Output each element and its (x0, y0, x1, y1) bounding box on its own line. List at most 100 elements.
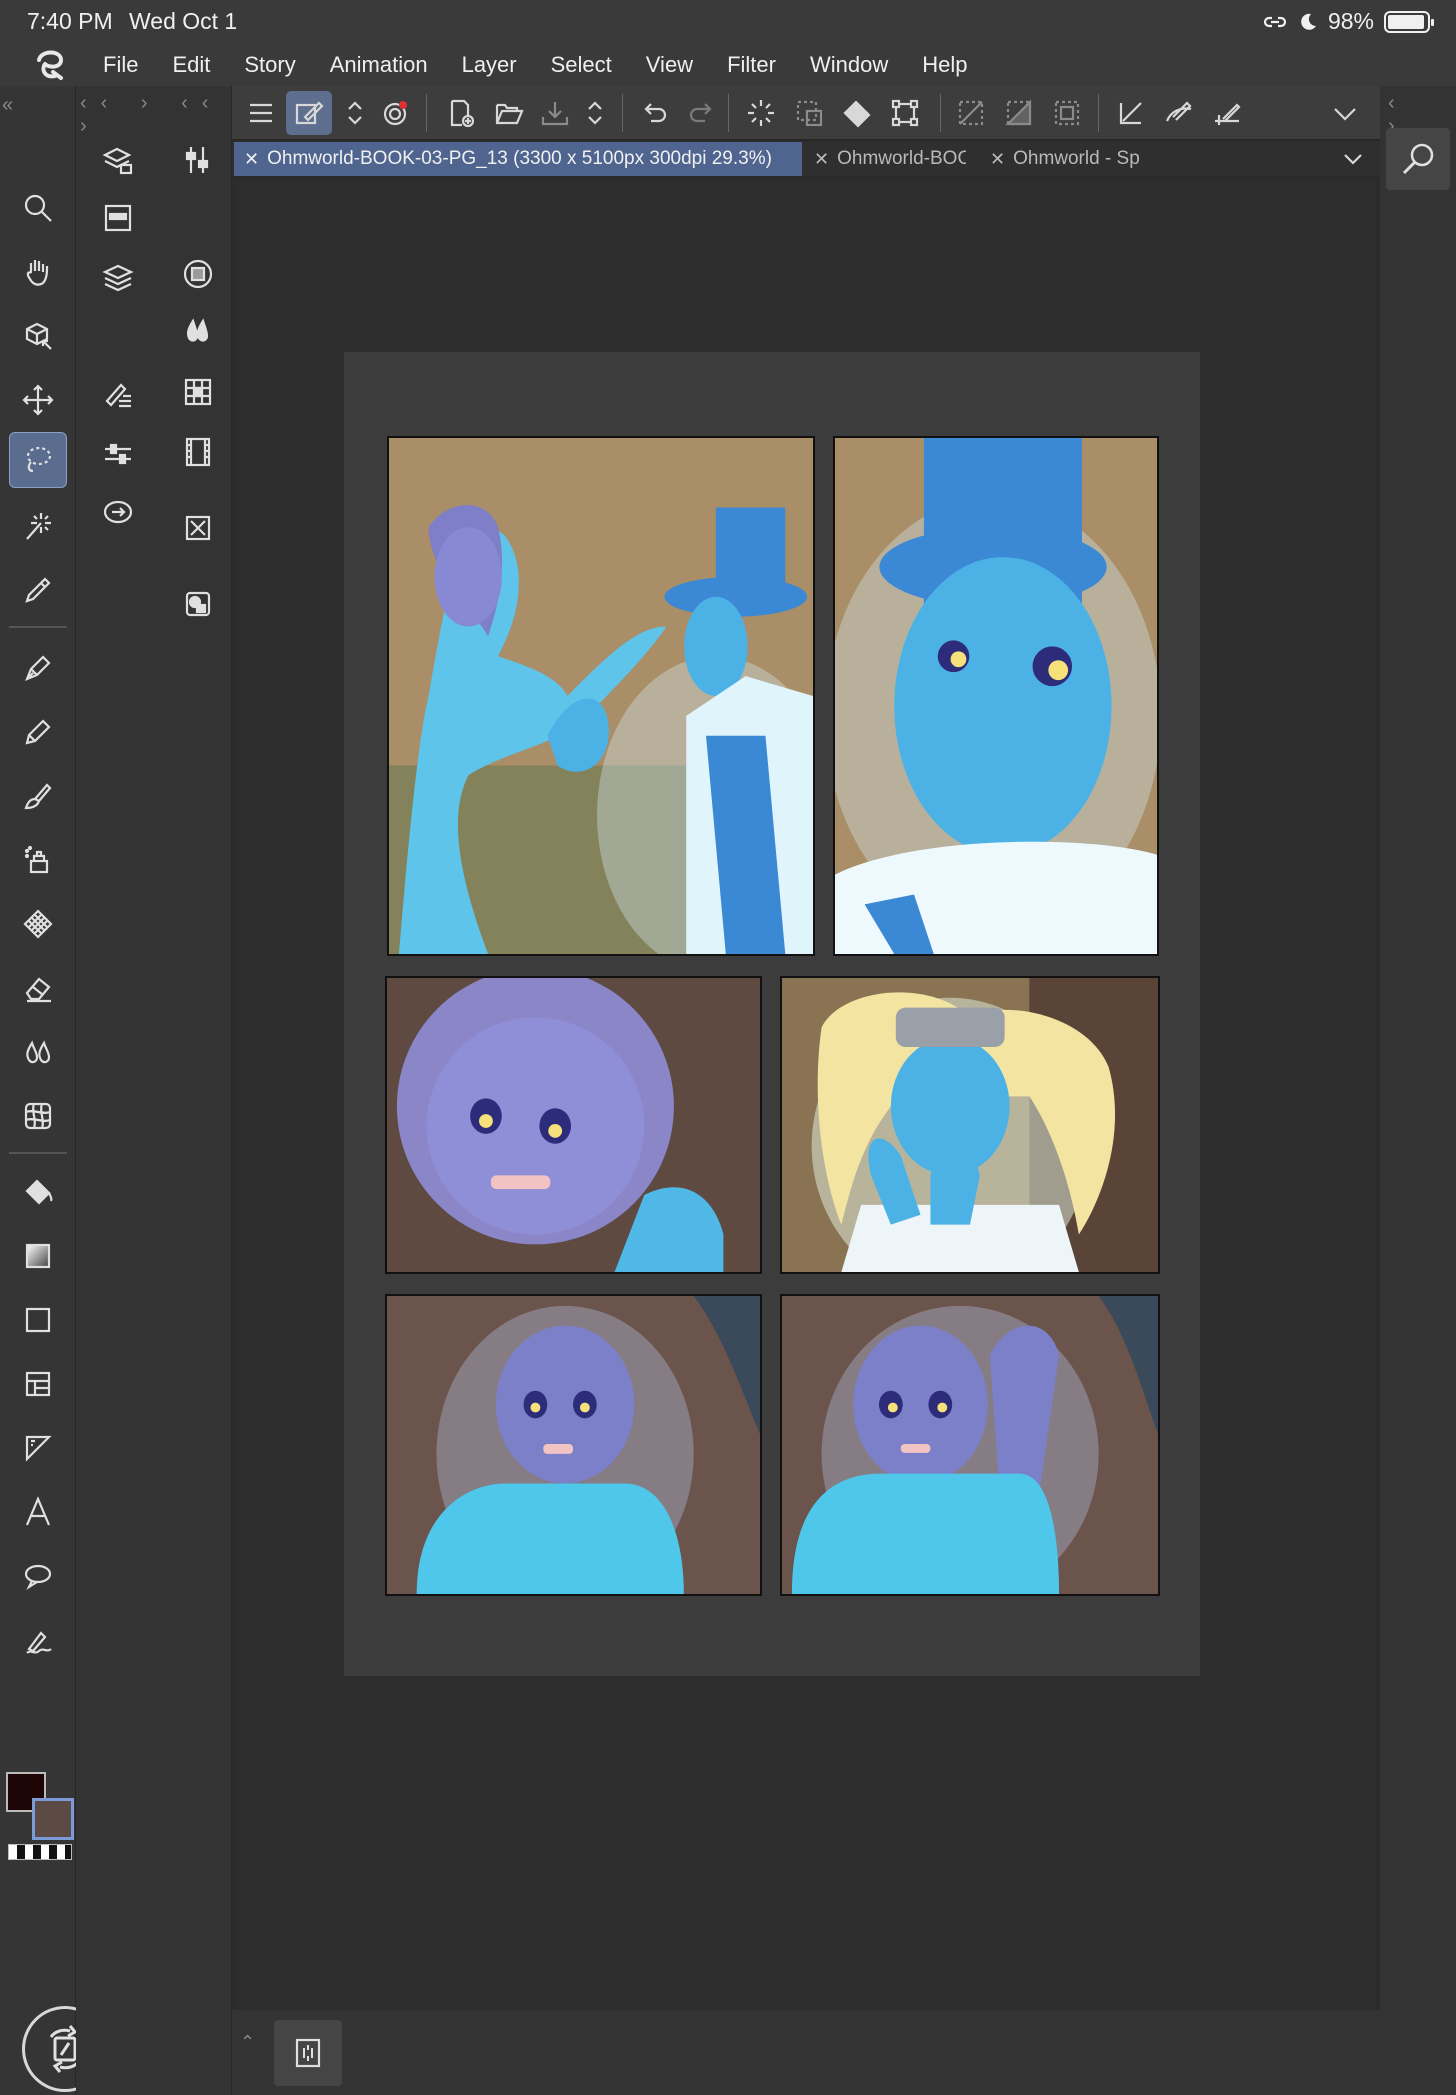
color-mixing-button[interactable] (176, 310, 220, 354)
gradient-tool[interactable] (9, 1228, 67, 1284)
layer-palette-button[interactable] (96, 256, 140, 300)
comic-page[interactable] (344, 352, 1200, 1676)
menu-view[interactable]: View (643, 52, 712, 78)
auto-select-tool[interactable] (9, 498, 67, 554)
quick-access-button[interactable] (1386, 128, 1450, 190)
fill-command-button[interactable] (834, 91, 880, 135)
hamburger-menu-button[interactable] (238, 91, 284, 135)
app-logo-icon[interactable] (0, 44, 100, 86)
transform-icon (891, 99, 919, 127)
command-bar-dropdown[interactable] (1322, 91, 1368, 135)
clear-selection-button[interactable] (786, 91, 832, 135)
menu-select[interactable]: Select (548, 52, 631, 78)
menu-story[interactable]: Story (241, 52, 314, 78)
color-set-button[interactable] (176, 370, 220, 414)
menu-edit[interactable]: Edit (169, 52, 229, 78)
snap-special-ruler-button[interactable] (1156, 91, 1202, 135)
page-scroll-arrows[interactable]: ⌃ ⌄ (240, 2016, 255, 2095)
snap-ruler-button[interactable] (1108, 91, 1154, 135)
decoration-icon (23, 909, 53, 939)
chevron-updown-icon (588, 101, 602, 125)
color-mixing-icon (186, 318, 209, 342)
canvas-area[interactable] (234, 180, 1376, 2010)
sub-color-swatch[interactable] (32, 1798, 74, 1840)
zoom-icon (24, 194, 52, 222)
correct-line-tool[interactable] (9, 1612, 67, 1668)
menu-animation[interactable]: Animation (327, 52, 447, 78)
pencil-tool[interactable] (9, 704, 67, 760)
pen-tool[interactable] (9, 640, 67, 696)
brush-tool[interactable] (9, 768, 67, 824)
history-icon (103, 500, 133, 524)
history-button[interactable] (96, 490, 140, 534)
undo-button[interactable] (632, 91, 678, 135)
command-divider (728, 94, 729, 132)
text-tool[interactable] (9, 1484, 67, 1540)
hand-tool[interactable] (9, 244, 67, 300)
sliders-icon (105, 443, 131, 465)
decoration-tool[interactable] (9, 896, 67, 952)
redo-button[interactable] (678, 91, 724, 135)
color-circle-button[interactable] (176, 252, 220, 296)
eyedropper-tool[interactable] (9, 562, 67, 618)
color-swatches[interactable] (4, 1772, 74, 1862)
menu-layer[interactable]: Layer (459, 52, 536, 78)
deselect-button[interactable] (948, 91, 994, 135)
text-icon (25, 1496, 51, 1526)
snap-ruler-icon (1119, 102, 1142, 125)
item-bank-icon (185, 591, 211, 617)
blend-tool[interactable] (9, 1024, 67, 1080)
transform-button[interactable] (882, 91, 928, 135)
close-tab-icon[interactable]: ✕ (244, 149, 259, 170)
menu-help[interactable]: Help (919, 52, 986, 78)
ruler-tool[interactable] (9, 1420, 67, 1476)
brush-icon (24, 783, 52, 810)
menu-window[interactable]: Window (807, 52, 907, 78)
document-tab-1[interactable]: ✕ Ohmworld-BOOK-03-PG_13 (3300 x 5100px … (234, 142, 802, 176)
frame-border-tool[interactable] (9, 1356, 67, 1412)
menu-file[interactable]: File (100, 52, 157, 78)
operation-tool[interactable] (9, 308, 67, 364)
tool-divider (9, 626, 67, 628)
open-file-button[interactable] (486, 91, 532, 135)
close-tab-icon[interactable]: ✕ (814, 149, 829, 170)
navigator-button[interactable] (96, 196, 140, 240)
airbrush-tool[interactable] (9, 832, 67, 888)
balloon-tool[interactable] (9, 1548, 67, 1604)
layer-property-button[interactable] (96, 138, 140, 182)
command-bar (232, 86, 1380, 140)
fill-tool[interactable] (9, 1164, 67, 1220)
brush-size-button[interactable] (96, 432, 140, 476)
transparent-color-swatch[interactable] (8, 1844, 72, 1860)
move-tool[interactable] (9, 372, 67, 428)
gradient-icon (25, 1243, 51, 1269)
tool-property-button[interactable] (176, 138, 220, 182)
close-tab-icon[interactable]: ✕ (990, 149, 1005, 170)
tab-list-dropdown[interactable] (1338, 144, 1368, 174)
select-all-button[interactable] (1044, 91, 1090, 135)
page-manager-button[interactable] (274, 2020, 342, 2086)
lasso-select-tool[interactable] (9, 432, 67, 488)
invert-selection-button[interactable] (996, 91, 1042, 135)
figure-tool[interactable] (9, 1292, 67, 1348)
collapse-left-icon[interactable]: « (2, 94, 13, 117)
menu-filter[interactable]: Filter (724, 52, 795, 78)
save-options-button[interactable] (572, 91, 618, 135)
status-right-group: 98% (1262, 8, 1434, 35)
document-tab-2[interactable]: ✕ Ohmworld-BOOK-03 (804, 142, 966, 176)
loading-button[interactable] (738, 91, 784, 135)
sub-tool-button[interactable] (96, 374, 140, 418)
document-tab-3[interactable]: ✕ Ohmworld - Spa (980, 142, 1140, 176)
item-bank-button[interactable] (176, 582, 220, 626)
eraser-tool[interactable] (9, 960, 67, 1016)
record-button[interactable] (372, 91, 418, 135)
hand-icon (26, 260, 49, 286)
zoom-tool[interactable] (9, 180, 67, 236)
timeline-button[interactable] (176, 430, 220, 474)
material-button[interactable] (176, 506, 220, 550)
snap-grid-button[interactable] (1204, 91, 1250, 135)
liquify-tool[interactable] (9, 1088, 67, 1144)
palette-collapse-arrows[interactable]: ‹‹ › ‹‹ › (80, 92, 231, 138)
edit-mode-button[interactable] (286, 91, 332, 135)
new-file-button[interactable] (438, 91, 484, 135)
